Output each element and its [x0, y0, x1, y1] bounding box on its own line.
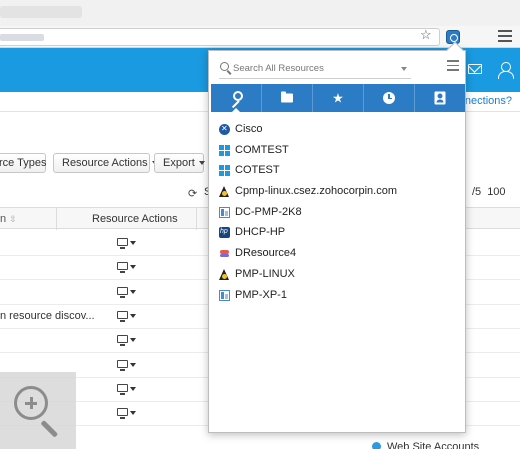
chevron-down-icon[interactable] [401, 67, 407, 71]
star-icon[interactable]: ☆ [420, 28, 434, 42]
resource-item[interactable]: DHCP-HP [219, 222, 459, 243]
chevron-down-icon[interactable] [130, 386, 136, 391]
chevron-down-icon[interactable] [130, 313, 136, 318]
address-book-icon [434, 91, 446, 105]
clock-icon [383, 92, 395, 104]
resource-item[interactable]: COMTEST [219, 140, 459, 161]
user-profile-icon[interactable] [498, 62, 514, 79]
zoom-overlay[interactable] [0, 372, 76, 449]
globe-icon [372, 442, 381, 449]
resource-item[interactable]: Cisco [219, 119, 459, 140]
web-site-accounts-item[interactable]: Web Site Accounts [372, 441, 479, 449]
resource-actions-label: Resource Actions [62, 157, 148, 169]
resource-label: COTEST [235, 164, 280, 177]
search-icon [220, 62, 229, 71]
chevron-down-icon[interactable] [130, 265, 136, 270]
windows-icon [219, 165, 230, 177]
column-divider [56, 208, 57, 230]
key-icon [229, 91, 243, 105]
page-size-partial[interactable]: /5 [472, 186, 481, 198]
resource-types-label: rce Types [0, 157, 47, 169]
star-icon: ★ [332, 90, 344, 106]
vm-icon [219, 289, 230, 301]
monitor-icon[interactable] [117, 408, 128, 420]
row-name-cell: n resource discov... [0, 309, 95, 322]
resource-label: DResource4 [235, 247, 297, 260]
monitor-icon[interactable] [117, 359, 128, 371]
resource-label: Cpmp-linux.csez.zohocorpin.com [235, 185, 398, 198]
sort-icon[interactable]: ⇳ [9, 214, 17, 224]
mail-icon[interactable] [468, 64, 482, 74]
tab-recent[interactable] [364, 84, 415, 112]
dres-icon [219, 248, 230, 259]
page-size-options: /5 100 [466, 186, 506, 198]
tab-folders[interactable] [262, 84, 313, 112]
vm-icon [219, 206, 230, 218]
browser-tab-strip [0, 0, 520, 26]
folder-icon [281, 91, 293, 103]
browser-menu-icon[interactable] [498, 30, 512, 42]
chevron-down-icon[interactable] [130, 338, 136, 343]
chevron-down-icon [198, 161, 205, 166]
resource-item[interactable]: PMP-XP-1 [219, 285, 459, 306]
resource-item[interactable]: PMP-LINUX [219, 264, 459, 285]
resource-actions-button[interactable]: Resource Actions [53, 153, 158, 173]
monitor-icon[interactable] [117, 335, 128, 347]
resource-label: DC-PMP-2K8 [235, 205, 302, 218]
resource-label: Cisco [235, 123, 263, 135]
browser-tab[interactable] [0, 6, 82, 18]
browser-address-bar: ☆ [0, 26, 520, 48]
search-box[interactable] [219, 59, 411, 79]
chevron-down-icon[interactable] [130, 411, 136, 416]
url-text-blurred [0, 34, 44, 41]
resource-list: Cisco COMTEST COTEST Cpmp-linux.csez.zohoco… [219, 119, 459, 305]
zoom-in-icon[interactable] [14, 386, 48, 420]
resource-label: PMP-LINUX [235, 267, 295, 280]
popup-tab-bar: ★ [211, 84, 465, 113]
resource-label: COMTEST [235, 143, 289, 156]
linux-icon [219, 186, 230, 198]
tab-favorites[interactable]: ★ [313, 84, 364, 112]
chevron-down-icon[interactable] [130, 241, 136, 245]
monitor-icon[interactable] [117, 310, 128, 322]
refresh-icon[interactable]: ⟳ [188, 187, 197, 200]
search-input[interactable] [233, 60, 393, 76]
chevron-down-icon[interactable] [130, 362, 136, 367]
chevron-down-icon[interactable] [130, 289, 136, 294]
password-manager-popup: ★ Cisco COMTEST COTEST Cpmp-linux.csez.zoho… [208, 41, 466, 433]
resource-item[interactable]: DC-PMP-2K8 [219, 202, 459, 223]
cisco-icon [219, 119, 230, 140]
resource-item[interactable]: COTEST [219, 160, 459, 181]
export-label: Export [163, 157, 195, 169]
url-field[interactable] [0, 28, 440, 46]
resource-item[interactable]: DResource4 [219, 243, 459, 264]
monitor-icon[interactable] [117, 286, 128, 298]
monitor-icon[interactable] [117, 238, 128, 249]
hamburger-menu-icon[interactable] [447, 60, 459, 71]
export-button[interactable]: Export [154, 153, 205, 173]
monitor-icon[interactable] [117, 383, 128, 395]
column-header-name[interactable]: n ⇳ [0, 213, 17, 225]
tab-contacts[interactable] [415, 84, 465, 112]
hp-icon [219, 222, 230, 243]
zoom-handle [40, 420, 59, 438]
resource-types-button[interactable]: rce Types [0, 153, 47, 173]
resource-label: PMP-XP-1 [235, 288, 287, 301]
column-header-resource-actions: Resource Actions [92, 213, 178, 225]
tab-passwords[interactable] [211, 84, 262, 113]
monitor-icon[interactable] [117, 262, 128, 274]
resource-label: DHCP-HP [235, 226, 286, 239]
windows-icon [219, 144, 230, 156]
page-size-100[interactable]: 100 [487, 186, 505, 198]
linux-icon [219, 268, 230, 280]
column-divider [196, 208, 197, 230]
resource-item[interactable]: Cpmp-linux.csez.zohocorpin.com [219, 181, 459, 202]
